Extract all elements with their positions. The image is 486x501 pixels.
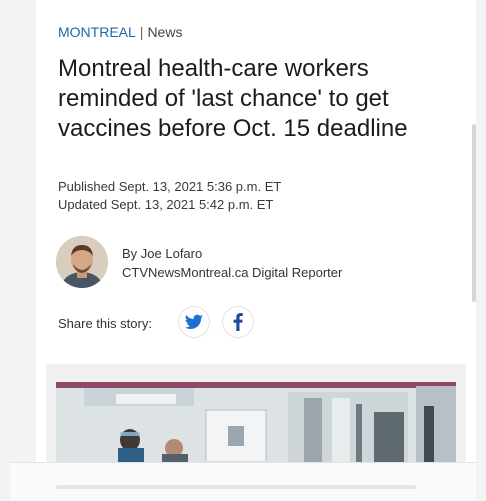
twitter-share-button[interactable]	[178, 306, 210, 338]
updated-date: Updated Sept. 13, 2021 5:42 p.m. ET	[58, 197, 274, 212]
section-link[interactable]: MONTREAL	[58, 24, 136, 40]
author-avatar[interactable]	[56, 236, 108, 288]
section-breadcrumb: MONTREAL | News	[58, 24, 182, 40]
published-date: Published Sept. 13, 2021 5:36 p.m. ET	[58, 179, 282, 194]
headline: Montreal health-care workers reminded of…	[58, 55, 408, 142]
author-name[interactable]: By Joe Lofaro	[122, 244, 422, 263]
section-separator: |	[139, 24, 144, 40]
truncated-caption-bar	[56, 485, 416, 489]
share-label: Share this story:	[58, 316, 152, 331]
author-portrait-icon	[56, 236, 108, 288]
category-label[interactable]: News	[147, 24, 182, 40]
facebook-icon	[233, 313, 243, 331]
article-dates: Published Sept. 13, 2021 5:36 p.m. ET Up…	[58, 178, 281, 214]
author-byline: By Joe Lofaro CTVNewsMontreal.ca Digital…	[122, 244, 422, 282]
facebook-share-button[interactable]	[222, 306, 254, 338]
photo-panel	[46, 364, 466, 462]
vaccination-clinic-photo-icon	[56, 382, 456, 462]
article-photo[interactable]	[56, 382, 456, 462]
twitter-icon	[185, 314, 203, 330]
bottom-fade-strip	[10, 462, 476, 501]
author-title: CTVNewsMontreal.ca Digital Reporter	[122, 265, 343, 280]
article-card: MONTREAL | News Montreal health-care worke…	[36, 0, 476, 462]
scroll-indicator[interactable]	[472, 124, 476, 302]
